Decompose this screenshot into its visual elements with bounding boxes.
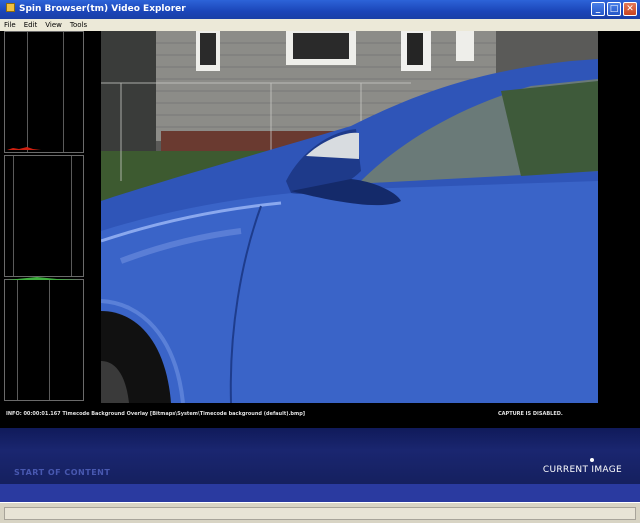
- info-strip: INFO: 00:00:01.167 Timecode Background O…: [0, 404, 640, 428]
- menu-view[interactable]: View: [45, 19, 62, 31]
- histogram-green-trace: [7, 277, 81, 280]
- window-controls: _ □ ✕: [591, 2, 637, 16]
- histogram-red-trace: [7, 147, 81, 150]
- menu-file[interactable]: File: [4, 19, 16, 31]
- app-icon: [6, 3, 15, 12]
- video-frame[interactable]: [101, 31, 598, 403]
- current-image-label: CURRENT IMAGE: [542, 465, 622, 475]
- app-window: Spin Browser(tm) Video Explorer _ □ ✕ Fi…: [0, 0, 640, 523]
- window-title: Spin Browser(tm) Video Explorer: [19, 4, 186, 14]
- close-button[interactable]: ✕: [623, 2, 637, 16]
- histogram-green: [4, 277, 84, 401]
- maximize-button[interactable]: □: [607, 2, 621, 16]
- timeline-panel[interactable]: START OF CONTENT CURRENT IMAGE: [0, 428, 640, 484]
- start-of-content-label[interactable]: START OF CONTENT: [14, 468, 110, 477]
- histogram-panels: [4, 31, 84, 401]
- info-text: INFO: 00:00:01.167 Timecode Background O…: [6, 411, 306, 417]
- menu-tools[interactable]: Tools: [70, 19, 87, 31]
- menu-edit[interactable]: Edit: [24, 19, 38, 31]
- current-position-marker[interactable]: [590, 458, 594, 462]
- status-bar: [0, 502, 640, 523]
- title-bar[interactable]: Spin Browser(tm) Video Explorer _ □ ✕: [0, 0, 640, 19]
- current-video-image: [101, 31, 598, 403]
- histogram-blue: [4, 155, 84, 277]
- menu-bar: File Edit View Tools: [0, 19, 640, 31]
- status-field: [4, 507, 636, 520]
- histogram-red: [4, 31, 84, 153]
- capture-status: CAPTURE IS DISABLED.: [498, 411, 563, 417]
- timeline-band: [0, 484, 640, 502]
- minimize-button[interactable]: _: [591, 2, 605, 16]
- content-area: INFO: 00:00:01.167 Timecode Background O…: [0, 31, 640, 502]
